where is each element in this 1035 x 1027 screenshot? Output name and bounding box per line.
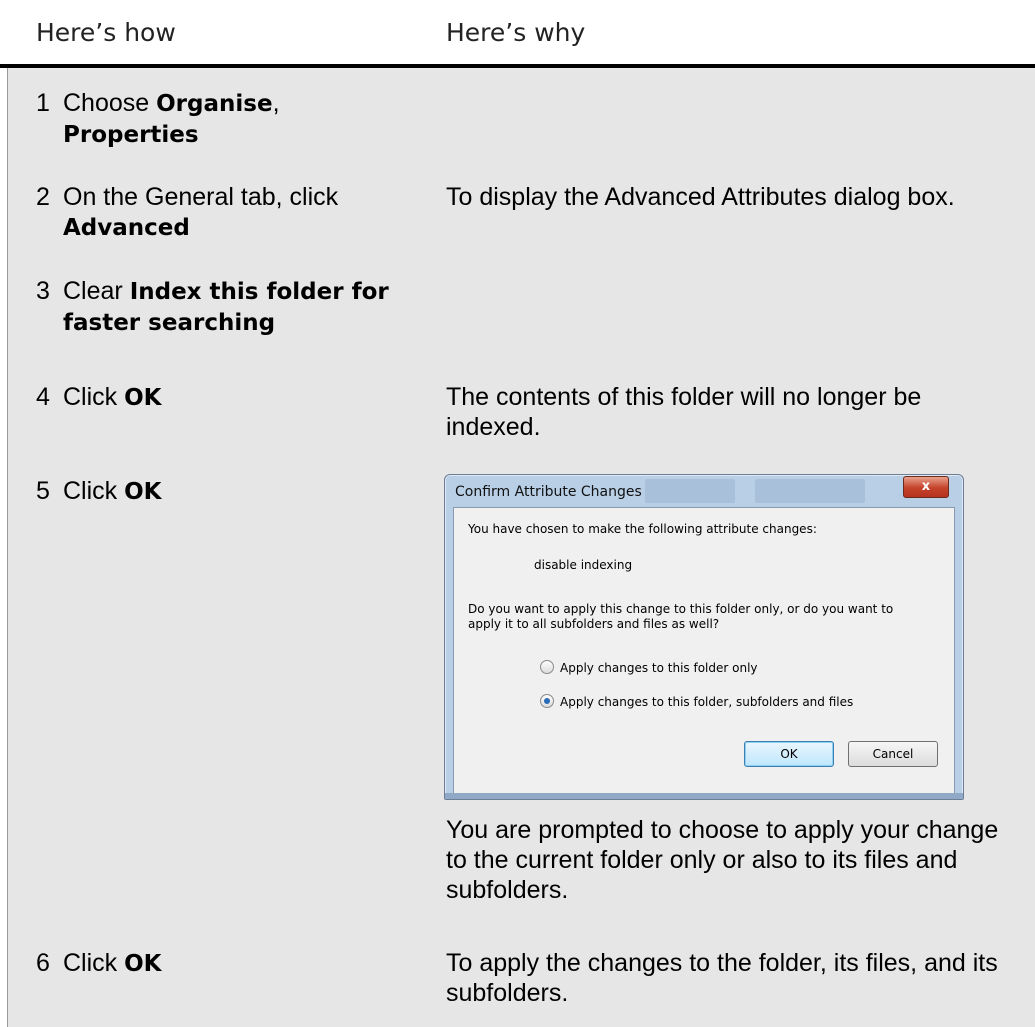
change-text: disable indexing (534, 558, 633, 572)
command-name: Properties (63, 122, 199, 148)
button-name: OK (124, 951, 162, 977)
step-text: Clear Index this folder for faster searc… (63, 277, 389, 336)
step-5-why: You are prompted to choose to apply your… (446, 816, 999, 904)
menu-name: Organise (156, 91, 273, 117)
window-frame-bottom (445, 793, 963, 799)
step-number: 3 (36, 277, 50, 305)
step-6-why: To apply the changes to the folder, its … (446, 949, 998, 1007)
intro-text: You have chosen to make the following at… (468, 522, 817, 536)
option-label: Apply changes to this folder only (560, 661, 758, 675)
column-header-how: Here’s how (36, 18, 176, 47)
step-4-why: The contents of this folder will no long… (446, 383, 922, 441)
option-folder-only[interactable]: Apply changes to this folder only (540, 660, 758, 675)
table-header: Here’s how Here’s why (0, 0, 1035, 68)
button-name: Advanced (63, 215, 190, 241)
background-hint (645, 479, 735, 503)
dialog-content: You have chosen to make the following at… (453, 507, 955, 794)
radio-button[interactable] (540, 660, 554, 674)
option-folder-subfolders-files[interactable]: Apply changes to this folder, subfolders… (540, 694, 853, 709)
step-number: 2 (36, 183, 50, 211)
button-name: OK (124, 385, 162, 411)
step-text: Choose Organise, Properties (63, 89, 280, 148)
step-number: 5 (36, 477, 50, 505)
background-hint (755, 479, 865, 503)
close-icon: x (921, 479, 931, 494)
question-text-line-1: Do you want to apply this change to this… (468, 602, 894, 616)
procedure-table: Here’s how Here’s why 1 Choose Organise,… (0, 0, 1035, 1027)
step-text: On the General tab, click Advanced (63, 183, 339, 241)
question-text-line-2: apply it to all subfolders and files as … (468, 617, 720, 631)
step-number: 1 (36, 89, 50, 117)
cancel-button[interactable]: Cancel (848, 741, 938, 767)
column-header-why: Here’s why (446, 18, 586, 47)
radio-button-selected[interactable] (540, 694, 554, 708)
step-2-why: To display the Advanced Attributes dialo… (446, 183, 955, 211)
step-number: 4 (36, 383, 50, 411)
confirm-attribute-changes-dialog: Confirm Attribute Changes x You have cho… (444, 474, 964, 800)
step-text: Click OK (63, 383, 162, 411)
dialog-title: Confirm Attribute Changes (455, 484, 642, 500)
option-label: Apply changes to this folder, subfolders… (560, 695, 854, 709)
step-number: 6 (36, 949, 50, 977)
step-text: Click OK (63, 949, 162, 977)
ok-button[interactable]: OK (744, 741, 834, 767)
close-button[interactable]: x (903, 476, 949, 498)
step-text: Click OK (63, 477, 162, 505)
button-name: OK (124, 479, 162, 505)
